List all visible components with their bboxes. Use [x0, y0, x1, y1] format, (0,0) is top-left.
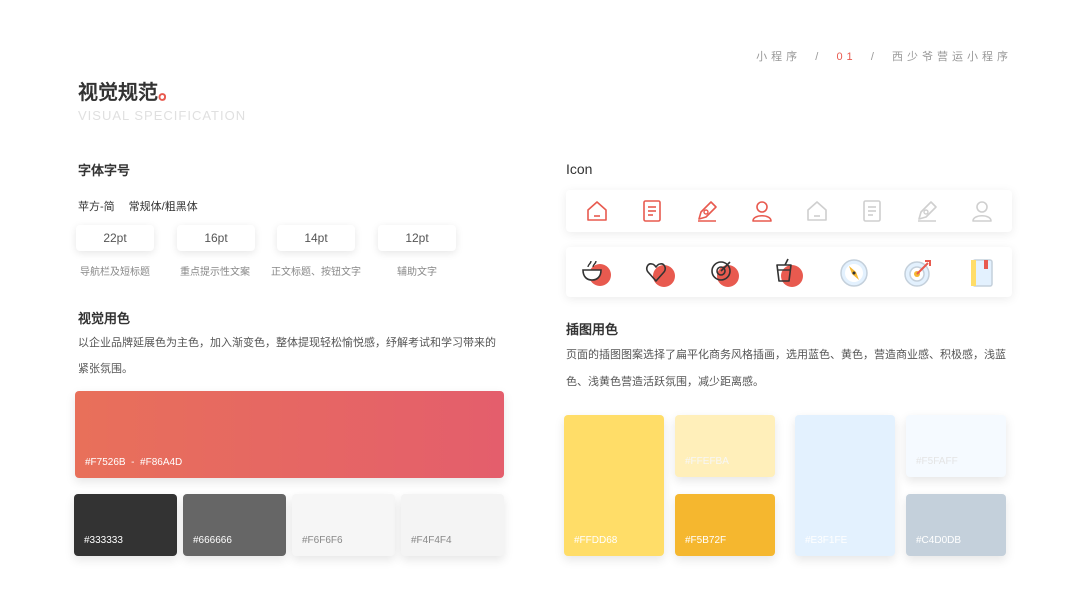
font-size-usage: 重点提示性文案: [180, 267, 250, 278]
document-icon: [858, 197, 886, 225]
visual-colors-heading: 视觉用色: [78, 311, 131, 326]
swatch-label: #C4D0DB: [916, 535, 962, 546]
swatch-label: #FFEFBA: [685, 456, 729, 467]
page-title: 视觉规范。: [78, 74, 180, 106]
swatch-label: #FFDD68: [574, 535, 618, 546]
swatch-label: #E3F1FE: [805, 535, 848, 546]
page-number: 01: [836, 51, 857, 63]
color-swatch: #333333: [74, 494, 177, 556]
breadcrumb-separator: /: [870, 51, 878, 63]
home-icon: [803, 197, 831, 225]
font-size-usage: 导航栏及短标题: [80, 267, 150, 278]
gradient-label: #F7526B - #F86A4D: [85, 457, 183, 468]
breadcrumb: 小程序 / 01 / 西少爷营运小程序: [756, 48, 1012, 64]
font-weights: 常规体/粗黑体: [128, 201, 198, 213]
illustration-colors-description: 页面的插图图案选择了扁平化商务风格插画，选用蓝色、黄色，营造商业感、积极感，浅蓝…: [566, 342, 1026, 396]
drink-icon: [772, 257, 804, 289]
typography-heading: 字体字号: [78, 163, 131, 178]
swatch-label: #F5B72F: [685, 535, 727, 546]
edit-icon: [913, 197, 941, 225]
icon-heading: Icon: [566, 161, 593, 177]
edit-icon: [693, 197, 721, 225]
swatch-label: #F4F4F4: [411, 535, 452, 546]
title-dot: 。: [158, 79, 181, 104]
illustration-colors-heading: 插图用色: [566, 322, 619, 337]
illustration-desc-line: 色、浅黄色营造活跃氛围，减少距离感。: [566, 376, 764, 388]
home-icon: [583, 197, 611, 225]
color-swatch: #F5B72F: [675, 494, 775, 556]
font-size-card: 14pt: [277, 225, 355, 251]
page-subtitle: VISUAL SPECIFICATION: [78, 108, 247, 123]
color-swatch: #F4F4F4: [401, 494, 504, 556]
visual-colors-description: 以企业品牌延展色为主色，加入渐变色，整体提现轻松愉悦感，纾解考试和学习带来的 紧…: [78, 330, 518, 382]
visual-colors-desc-line: 以企业品牌延展色为主色，加入渐变色，整体提现轻松愉悦感，纾解考试和学习带来的: [78, 337, 496, 349]
visual-colors-desc-line: 紧张氛围。: [78, 363, 133, 375]
breadcrumb-app: 小程序: [756, 51, 802, 63]
color-swatch: #E3F1FE: [795, 415, 895, 556]
compass-icon: [838, 257, 870, 289]
food-bowl-icon: [580, 257, 612, 289]
font-size-usage: 正文标题、按钮文字: [271, 267, 361, 278]
font-size-card: 12pt: [378, 225, 456, 251]
color-swatch: #FFDD68: [564, 415, 664, 556]
color-swatch: #F5FAFF: [906, 415, 1006, 477]
swatch-label: #F5FAFF: [916, 456, 958, 467]
font-size-card: 22pt: [76, 225, 154, 251]
color-swatch: #C4D0DB: [906, 494, 1006, 556]
document-icon: [638, 197, 666, 225]
breadcrumb-separator: /: [815, 51, 823, 63]
gradient-swatch: #F7526B - #F86A4D: [75, 391, 504, 478]
swatch-label: #333333: [84, 535, 123, 546]
font-name: 苹方-简: [78, 201, 115, 213]
font-size-card: 16pt: [177, 225, 255, 251]
color-swatch: #666666: [183, 494, 286, 556]
swatch-label: #F6F6F6: [302, 535, 343, 546]
font-size-usage: 辅助文字: [397, 267, 437, 278]
outline-icon-panel: [566, 190, 1012, 232]
breadcrumb-project: 西少爷营运小程序: [892, 51, 1012, 63]
color-swatch: #F6F6F6: [292, 494, 395, 556]
color-swatch: #FFEFBA: [675, 415, 775, 477]
illustrated-icon-panel: [566, 247, 1012, 297]
user-icon: [748, 197, 776, 225]
user-icon: [968, 197, 996, 225]
dartboard-icon: [902, 257, 934, 289]
heart-icon: [644, 257, 676, 289]
swatch-label: #666666: [193, 535, 232, 546]
illustration-desc-line: 页面的插图图案选择了扁平化商务风格插画，选用蓝色、黄色，营造商业感、积极感，浅蓝: [566, 349, 1006, 361]
notebook-icon: [966, 257, 998, 289]
target-icon: [708, 257, 740, 289]
page-title-text: 视觉规范: [78, 82, 158, 104]
font-spec: 苹方-简 常规体/粗黑体: [78, 198, 198, 214]
